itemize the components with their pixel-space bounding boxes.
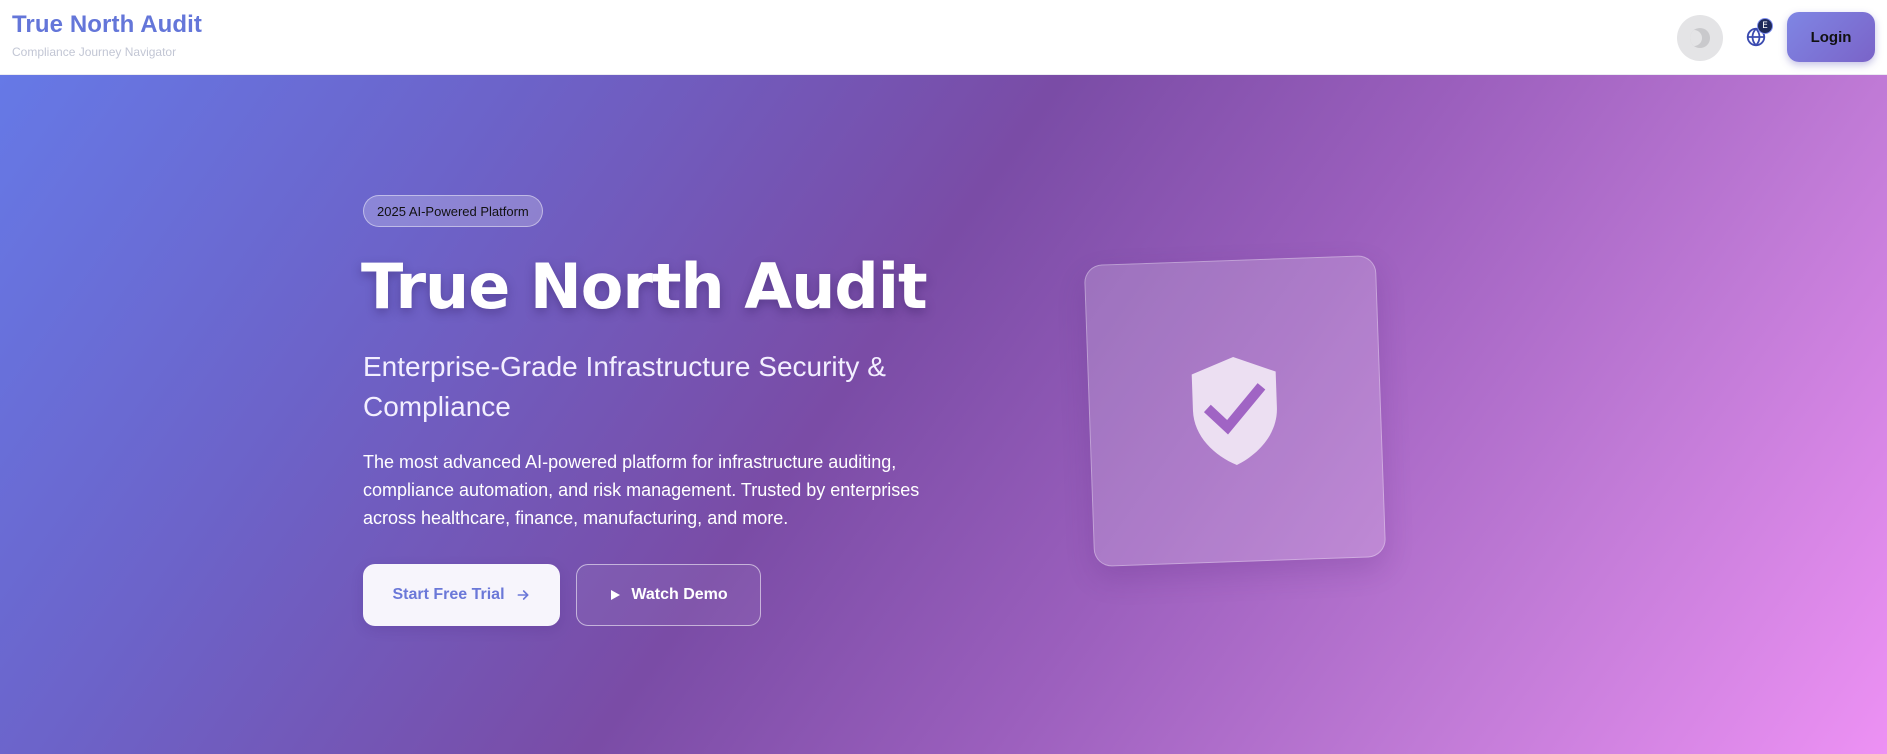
- login-button[interactable]: Login: [1787, 12, 1875, 62]
- moon-icon: [1690, 28, 1710, 48]
- theme-toggle-button[interactable]: [1677, 15, 1723, 61]
- top-navbar: True North Audit Compliance Journey Navi…: [0, 0, 1887, 75]
- start-free-trial-button[interactable]: Start Free Trial: [363, 564, 560, 626]
- start-free-trial-label: Start Free Trial: [392, 586, 505, 603]
- language-badge: E: [1757, 18, 1773, 34]
- hero-description: The most advanced AI-powered platform fo…: [363, 452, 920, 528]
- hero-section: 2025 AI-Powered Platform True North Audi…: [0, 75, 1887, 754]
- watch-demo-label: Watch Demo: [631, 586, 728, 603]
- hero-subtitle: Enterprise-Grade Infrastructure Security…: [363, 351, 886, 422]
- brand-subtitle: Compliance Journey Navigator: [12, 45, 177, 59]
- security-card: [1083, 254, 1387, 568]
- brand-title[interactable]: True North Audit: [12, 10, 202, 40]
- brand[interactable]: True North Audit Compliance Journey Navi…: [12, 10, 202, 59]
- language-button[interactable]: E: [1742, 18, 1773, 52]
- arrow-right-icon: [517, 590, 528, 600]
- hero-title: True North Audit: [361, 250, 928, 323]
- watch-demo-button[interactable]: Watch Demo: [576, 564, 761, 626]
- play-icon: [611, 590, 621, 600]
- shield-check-icon: [1191, 357, 1277, 465]
- platform-badge: 2025 AI-Powered Platform: [363, 195, 543, 227]
